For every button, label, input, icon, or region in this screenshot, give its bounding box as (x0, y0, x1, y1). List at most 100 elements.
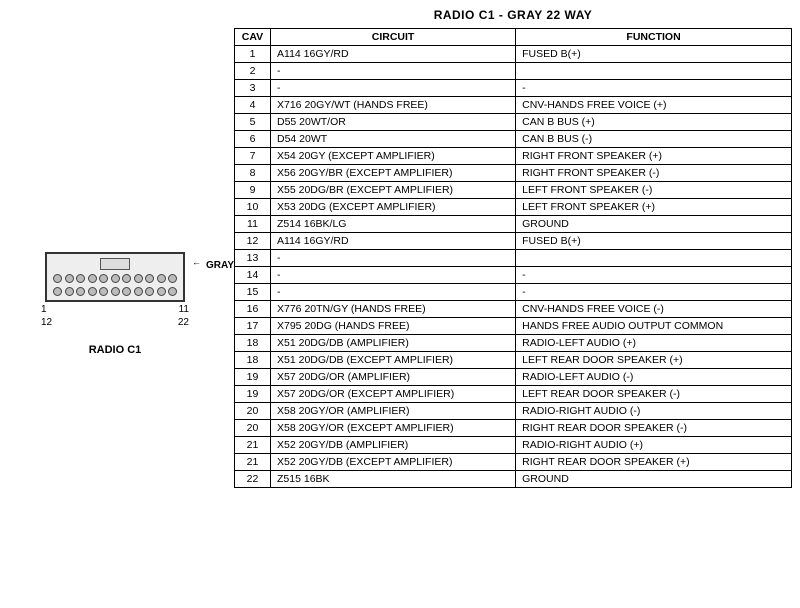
pins-row-top (53, 274, 177, 283)
cell-cav: 20 (235, 420, 271, 437)
table-row: 4X716 20GY/WT (HANDS FREE)CNV-HANDS FREE… (235, 97, 792, 114)
cell-function: CNV-HANDS FREE VOICE (+) (516, 97, 792, 114)
table-row: 18X51 20DG/DB (EXCEPT AMPLIFIER)LEFT REA… (235, 352, 792, 369)
cell-cav: 20 (235, 403, 271, 420)
cell-function: FUSED B(+) (516, 233, 792, 250)
table-row: 7X54 20GY (EXCEPT AMPLIFIER)RIGHT FRONT … (235, 148, 792, 165)
cell-function: - (516, 267, 792, 284)
cell-cav: 4 (235, 97, 271, 114)
pin (122, 274, 131, 283)
cell-cav: 21 (235, 437, 271, 454)
cell-circuit: X795 20DG (HANDS FREE) (271, 318, 516, 335)
table-row: 6D54 20WTCAN B BUS (-) (235, 131, 792, 148)
table-row: 3-- (235, 80, 792, 97)
table-row: 5D55 20WT/ORCAN B BUS (+) (235, 114, 792, 131)
cell-cav: 8 (235, 165, 271, 182)
cell-function: RADIO-LEFT AUDIO (-) (516, 369, 792, 386)
header-function: FUNCTION (516, 29, 792, 46)
cell-function: RADIO-RIGHT AUDIO (+) (516, 437, 792, 454)
pin (76, 274, 85, 283)
header-cav: CAV (235, 29, 271, 46)
pin (157, 287, 166, 296)
cell-circuit: X57 20DG/OR (AMPLIFIER) (271, 369, 516, 386)
cell-circuit: X51 20DG/DB (AMPLIFIER) (271, 335, 516, 352)
cell-function: HANDS FREE AUDIO OUTPUT COMMON (516, 318, 792, 335)
cell-function: FUSED B(+) (516, 46, 792, 63)
table-row: 15-- (235, 284, 792, 301)
cell-circuit: Z515 16BK (271, 471, 516, 488)
table-row: 9X55 20DG/BR (EXCEPT AMPLIFIER)LEFT FRON… (235, 182, 792, 199)
num-right-top: 11 (179, 304, 189, 315)
pin (53, 287, 62, 296)
table-row: 10X53 20DG (EXCEPT AMPLIFIER)LEFT FRONT … (235, 199, 792, 216)
cell-circuit: X52 20GY/DB (EXCEPT AMPLIFIER) (271, 454, 516, 471)
pin (122, 287, 131, 296)
pin (145, 274, 154, 283)
cell-circuit: X57 20DG/OR (EXCEPT AMPLIFIER) (271, 386, 516, 403)
cell-cav: 12 (235, 233, 271, 250)
cell-cav: 14 (235, 267, 271, 284)
cell-cav: 21 (235, 454, 271, 471)
cell-circuit: A114 16GY/RD (271, 46, 516, 63)
table-row: 12A114 16GY/RDFUSED B(+) (235, 233, 792, 250)
pin (168, 287, 177, 296)
table-row: 18X51 20DG/DB (AMPLIFIER)RADIO-LEFT AUDI… (235, 335, 792, 352)
cell-cav: 7 (235, 148, 271, 165)
cell-function: CAN B BUS (-) (516, 131, 792, 148)
cell-function: - (516, 80, 792, 97)
cell-function: RIGHT FRONT SPEAKER (+) (516, 148, 792, 165)
gray-label: GRAY (206, 260, 234, 271)
cell-cav: 5 (235, 114, 271, 131)
pin-numbers-bottom: 12 22 (41, 317, 189, 328)
cell-circuit: X56 20GY/BR (EXCEPT AMPLIFIER) (271, 165, 516, 182)
table-row: 20X58 20GY/OR (EXCEPT AMPLIFIER)RIGHT RE… (235, 420, 792, 437)
pin (88, 274, 97, 283)
cell-cav: 13 (235, 250, 271, 267)
table-row: 14-- (235, 267, 792, 284)
cell-function: CNV-HANDS FREE VOICE (-) (516, 301, 792, 318)
right-panel: RADIO C1 - GRAY 22 WAY CAV CIRCUIT FUNCT… (230, 0, 800, 608)
table-row: 2- (235, 63, 792, 80)
cell-function: RADIO-RIGHT AUDIO (-) (516, 403, 792, 420)
table-header-row: CAV CIRCUIT FUNCTION (235, 29, 792, 46)
table-body: 1A114 16GY/RDFUSED B(+)2-3--4X716 20GY/W… (235, 46, 792, 488)
cell-function: LEFT REAR DOOR SPEAKER (+) (516, 352, 792, 369)
connector-inner (53, 274, 177, 296)
table-row: 21X52 20GY/DB (AMPLIFIER)RADIO-RIGHT AUD… (235, 437, 792, 454)
cell-circuit: X53 20DG (EXCEPT AMPLIFIER) (271, 199, 516, 216)
cell-cav: 9 (235, 182, 271, 199)
cell-function: RADIO-LEFT AUDIO (+) (516, 335, 792, 352)
connector-tab (100, 258, 130, 270)
cell-circuit: X52 20GY/DB (AMPLIFIER) (271, 437, 516, 454)
header-circuit: CIRCUIT (271, 29, 516, 46)
table-row: 20X58 20GY/OR (AMPLIFIER)RADIO-RIGHT AUD… (235, 403, 792, 420)
cell-circuit: D54 20WT (271, 131, 516, 148)
cell-cav: 19 (235, 369, 271, 386)
table-row: 11Z514 16BK/LGGROUND (235, 216, 792, 233)
cell-function: LEFT FRONT SPEAKER (-) (516, 182, 792, 199)
cell-cav: 1 (235, 46, 271, 63)
table-row: 22Z515 16BKGROUND (235, 471, 792, 488)
pin (53, 274, 62, 283)
cell-circuit: X776 20TN/GY (HANDS FREE) (271, 301, 516, 318)
connector-outer (45, 252, 185, 302)
cell-cav: 15 (235, 284, 271, 301)
table-row: 8X56 20GY/BR (EXCEPT AMPLIFIER)RIGHT FRO… (235, 165, 792, 182)
pin (99, 274, 108, 283)
cell-circuit: - (271, 267, 516, 284)
cell-function: LEFT FRONT SPEAKER (+) (516, 199, 792, 216)
pin (134, 287, 143, 296)
cell-circuit: A114 16GY/RD (271, 233, 516, 250)
left-panel: GRAY ← (0, 0, 230, 608)
cell-function: GROUND (516, 471, 792, 488)
num-right-bottom: 22 (178, 317, 189, 328)
cell-circuit: - (271, 80, 516, 97)
pin (134, 274, 143, 283)
cell-circuit: X58 20GY/OR (EXCEPT AMPLIFIER) (271, 420, 516, 437)
pin (65, 287, 74, 296)
cell-circuit: X54 20GY (EXCEPT AMPLIFIER) (271, 148, 516, 165)
pin (157, 274, 166, 283)
cell-circuit: - (271, 284, 516, 301)
num-left-bottom: 12 (41, 317, 52, 328)
pin (65, 274, 74, 283)
